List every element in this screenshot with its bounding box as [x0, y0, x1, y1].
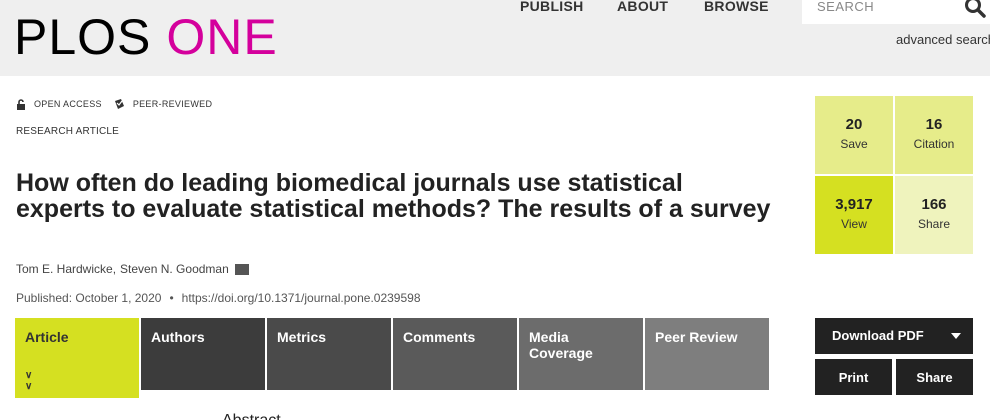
chevron-down-icon: ∨ ∨ [25, 370, 33, 392]
tab-media-coverage[interactable]: Media Coverage [519, 318, 643, 390]
author-link[interactable]: Tom E. Hardwicke, [16, 262, 116, 276]
plos-one-logo[interactable]: PLOS ONE [14, 12, 278, 62]
metric-label: View [841, 217, 867, 231]
doi-link[interactable]: https://doi.org/10.1371/journal.pone.023… [182, 291, 421, 305]
open-access-badge[interactable]: OPEN ACCESS [16, 98, 102, 110]
metric-view[interactable]: 3,917 View [815, 176, 893, 254]
tab-label: Media Coverage [529, 329, 593, 361]
article-tabs: Article ∨ ∨ Authors Metrics Comments Medi… [15, 318, 771, 398]
nav-browse[interactable]: BROWSE [704, 0, 769, 14]
caret-down-icon[interactable] [951, 333, 961, 339]
tab-authors[interactable]: Authors [141, 318, 265, 390]
search-icon[interactable] [964, 0, 986, 18]
tab-comments[interactable]: Comments [393, 318, 517, 390]
article-badges: OPEN ACCESS PEER-REVIEWED [16, 98, 224, 110]
logo-plos: PLOS [14, 9, 152, 65]
abstract-heading: Abstract [222, 412, 281, 420]
tab-article[interactable]: Article ∨ ∨ [15, 318, 139, 398]
metric-label: Save [840, 137, 868, 151]
open-access-label: OPEN ACCESS [34, 99, 102, 109]
metric-value: 16 [925, 116, 943, 133]
tab-label: Comments [403, 329, 476, 345]
tab-metrics[interactable]: Metrics [267, 318, 391, 390]
peer-reviewed-label: PEER-REVIEWED [132, 99, 213, 109]
nav-publish[interactable]: PUBLISH [520, 0, 617, 14]
publication-info: Published: October 1, 2020 • https://doi.o… [16, 291, 421, 305]
published-date: Published: October 1, 2020 [16, 291, 162, 305]
download-pdf-label: Download PDF [832, 328, 924, 343]
metric-citation[interactable]: 16 Citation [895, 96, 973, 174]
search-placeholder: SEARCH [817, 0, 875, 14]
site-header: PLOS ONE PUBLISH ABOUT BROWSE SEARCH adv… [0, 0, 990, 76]
tab-label: Article [25, 329, 69, 345]
tab-label: Peer Review [655, 329, 738, 345]
separator-dot: • [169, 291, 174, 305]
unlock-icon [17, 98, 25, 110]
author-list: Tom E. Hardwicke, Steven N. Goodman [16, 262, 249, 276]
share-button[interactable]: Share [896, 359, 973, 395]
download-pdf-button[interactable]: Download PDF [815, 318, 973, 354]
metric-share[interactable]: 166 Share [895, 176, 973, 254]
advanced-search-link[interactable]: advanced search [896, 32, 990, 47]
email-icon[interactable] [234, 263, 249, 275]
peer-reviewed-icon [114, 99, 124, 109]
metric-label: Citation [913, 137, 955, 151]
tab-label: Authors [151, 329, 205, 345]
metric-value: 3,917 [835, 196, 873, 213]
article-title: How often do leading biomedical journals… [16, 169, 771, 223]
author-link[interactable]: Steven N. Goodman [120, 262, 229, 276]
print-button[interactable]: Print [815, 359, 892, 395]
tab-peer-review[interactable]: Peer Review [645, 318, 769, 390]
tab-label: Metrics [277, 329, 327, 345]
nav-about[interactable]: ABOUT [617, 0, 704, 14]
metric-value: 166 [921, 196, 947, 213]
metric-save[interactable]: 20 Save [815, 96, 893, 174]
main-nav: PUBLISH ABOUT BROWSE [520, 0, 769, 14]
article-type: RESEARCH ARTICLE [16, 126, 120, 137]
logo-one: ONE [166, 9, 278, 65]
peer-reviewed-badge[interactable]: PEER-REVIEWED [114, 98, 212, 110]
metric-label: Share [917, 217, 951, 231]
article-metrics: 20 Save 16 Citation 3,917 View 166 Share [815, 96, 974, 256]
metric-value: 20 [845, 116, 863, 133]
search-input[interactable]: SEARCH [802, 0, 990, 24]
